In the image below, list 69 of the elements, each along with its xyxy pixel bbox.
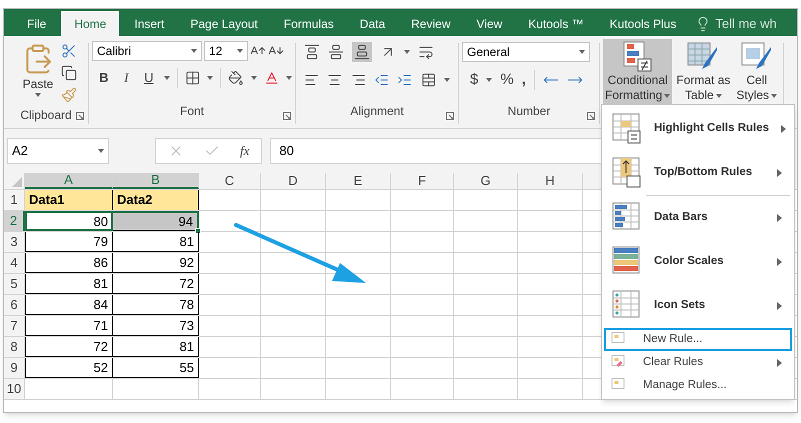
ribbon-tab[interactable]: Review <box>400 11 462 36</box>
column-header[interactable]: F <box>391 173 454 189</box>
menu-item[interactable]: Icon Sets <box>604 284 792 328</box>
table-cell: 71 <box>25 316 113 336</box>
table-cell: 78 <box>113 295 199 315</box>
menu-item[interactable]: New Rule... <box>604 328 792 351</box>
row-header[interactable]: 7 <box>4 316 25 336</box>
column-header[interactable]: G <box>454 173 518 189</box>
ribbon-tab[interactable]: Data <box>348 11 396 36</box>
table-cell: 81 <box>113 337 199 357</box>
insert-function-button[interactable]: fx <box>240 141 250 161</box>
group-label: Clipboard <box>20 108 72 122</box>
percent-button[interactable]: % <box>500 68 514 92</box>
row-header[interactable]: 6 <box>4 295 25 315</box>
ribbon-tab[interactable]: View <box>466 11 514 36</box>
table-cell: 79 <box>25 232 113 252</box>
menu-item[interactable]: Manage Rules... <box>604 374 792 397</box>
comma-button[interactable]: , <box>522 68 526 92</box>
column-header[interactable]: E <box>326 173 391 189</box>
table-cell: 94 <box>113 211 199 231</box>
row-header[interactable]: 1 <box>4 190 25 210</box>
column-header[interactable]: A <box>25 173 113 189</box>
ribbon-tab[interactable]: File <box>16 11 58 36</box>
currency-button[interactable]: $ <box>470 68 478 92</box>
row-header[interactable]: 10 <box>4 379 25 399</box>
group-label: Number <box>508 104 550 118</box>
name-box[interactable]: A2 <box>7 138 109 164</box>
menu-item[interactable]: Color Scales <box>604 240 792 284</box>
table-cell: 73 <box>113 316 199 336</box>
group-label: Alignment <box>350 104 404 118</box>
row-header[interactable]: 4 <box>4 253 25 273</box>
font-size-field[interactable]: 12 <box>204 41 248 61</box>
table-cell: 81 <box>25 274 113 294</box>
ribbon-tab[interactable]: Formulas <box>272 11 345 36</box>
number-format-field[interactable]: General <box>462 42 590 62</box>
table-cell: 55 <box>113 358 199 378</box>
table-cell: Data2 <box>113 190 199 210</box>
row-header[interactable]: 3 <box>4 232 25 252</box>
table-cell: Data1 <box>25 190 113 210</box>
ribbon-tab[interactable]: Kutools Plus <box>598 11 688 36</box>
ribbon-tab[interactable]: Kutools ™ <box>517 11 595 36</box>
row-header[interactable]: 5 <box>4 274 25 294</box>
menu-item[interactable]: Data Bars <box>604 196 792 240</box>
table-cell: 52 <box>25 358 113 378</box>
column-header[interactable]: D <box>261 173 326 189</box>
row-header[interactable]: 8 <box>4 337 25 357</box>
table-cell: 92 <box>113 253 199 273</box>
column-header[interactable]: H <box>518 173 583 189</box>
ribbon-tab[interactable]: Insert <box>123 11 176 36</box>
table-cell: 84 <box>25 295 113 315</box>
column-header[interactable]: B <box>113 173 199 189</box>
row-header[interactable]: 9 <box>4 358 25 378</box>
table-cell: 72 <box>25 337 113 357</box>
table-cell: 86 <box>25 253 113 273</box>
ribbon-tab[interactable]: Home <box>61 11 120 36</box>
group-label: Font <box>180 104 204 118</box>
column-header[interactable]: C <box>199 173 261 189</box>
row-header[interactable]: 2 <box>4 211 25 231</box>
bold-button[interactable]: B <box>96 68 112 88</box>
ribbon-tab[interactable]: Page Layout <box>179 11 269 36</box>
table-cell: 81 <box>113 232 199 252</box>
table-cell: 80 <box>25 211 113 231</box>
font-name-field[interactable]: Calibri <box>92 41 202 61</box>
table-cell: 72 <box>113 274 199 294</box>
italic-button[interactable]: I <box>118 68 134 88</box>
underline-button[interactable]: U <box>141 68 157 88</box>
tell-me-field[interactable]: Tell me wh <box>715 14 777 34</box>
menu-item[interactable]: Clear Rules <box>604 351 792 374</box>
paste-button[interactable]: Paste <box>19 39 57 103</box>
